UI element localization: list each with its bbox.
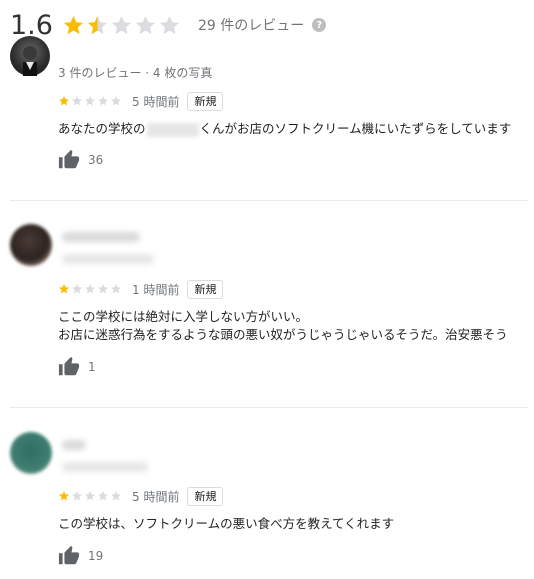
reviewer-avatar[interactable] <box>10 36 50 76</box>
like-button[interactable]: 19 <box>58 545 103 567</box>
review-divider <box>10 407 528 408</box>
star-empty-icon <box>85 284 95 294</box>
star-filled-icon <box>63 15 84 34</box>
star-half-icon <box>87 15 108 34</box>
star-empty-icon <box>111 491 121 501</box>
like-count: 19 <box>88 549 104 563</box>
reviewer-name-redacted <box>62 440 86 450</box>
star-empty-icon <box>72 284 82 294</box>
star-empty-icon <box>72 96 82 106</box>
reviewer-avatar[interactable] <box>10 224 52 266</box>
review-time: 5 時間前 <box>132 489 180 504</box>
star-empty-icon <box>98 491 108 501</box>
star-empty-icon <box>111 15 132 34</box>
review-rating-row: 1 時間前 新規 <box>58 279 224 299</box>
star-empty-icon <box>111 284 121 294</box>
thumbs-up-icon <box>58 149 80 169</box>
like-count: 36 <box>88 153 104 167</box>
redacted-name <box>146 122 199 137</box>
reviewer-stats: 3 件のレビュー · 4 枚の写真 <box>58 66 213 80</box>
help-icon[interactable]: ? <box>312 18 327 32</box>
thumbs-up-icon <box>58 356 80 376</box>
star-empty-icon <box>159 15 180 34</box>
review-star-rating <box>58 283 123 295</box>
like-button[interactable]: 1 <box>58 356 96 378</box>
review-star-rating <box>58 490 123 502</box>
review-text-line: ここの学校には絶対に入学しない方がいい。 <box>58 309 309 324</box>
thumbs-up-icon <box>58 545 80 565</box>
star-filled-icon <box>59 491 69 501</box>
star-empty-icon <box>85 96 95 106</box>
new-badge: 新規 <box>187 486 224 506</box>
review-rating-row: 5 時間前 新規 <box>58 91 224 111</box>
star-filled-icon <box>59 284 69 294</box>
like-count: 1 <box>88 360 96 374</box>
new-badge: 新規 <box>187 279 224 299</box>
reviewer-name-redacted <box>62 232 140 242</box>
star-filled-icon <box>59 96 69 106</box>
like-button[interactable]: 36 <box>58 149 103 171</box>
review-text: この学校は、ソフトクリームの悪い食べ方を教えてくれます <box>58 516 395 531</box>
star-empty-icon <box>111 96 121 106</box>
review-time: 5 時間前 <box>132 94 180 109</box>
review-time: 1 時間前 <box>132 282 180 297</box>
rating-summary: 1.6 29 件のレビュー ? <box>10 7 327 43</box>
person-silhouette-icon <box>23 46 37 76</box>
star-empty-icon <box>85 491 95 501</box>
review-rating-row: 5 時間前 新規 <box>58 486 224 506</box>
new-badge: 新規 <box>187 91 224 111</box>
star-empty-icon <box>98 96 108 106</box>
reviewer-avatar[interactable] <box>10 432 52 474</box>
reviewer-stats-redacted <box>62 462 148 472</box>
star-empty-icon <box>98 284 108 294</box>
review-text: あなたの学校の くんがお店のソフトクリーム機にいたずらをしています <box>58 120 528 138</box>
review-text-before: あなたの学校の <box>58 121 146 136</box>
review-star-rating <box>58 95 123 107</box>
review-text-after: くんがお店のソフトクリーム機にいたずらをしています <box>199 121 512 136</box>
review-text-line: お店に迷惑行為をするような頭の悪い奴がうじゃうじゃいるそうだ。治安悪そう <box>58 327 508 342</box>
review-divider <box>10 200 528 201</box>
review-count-link[interactable]: 29 件のレビュー <box>198 15 304 35</box>
review-text: ここの学校には絶対に入学しない方がいい。 お店に迷惑行為をするような頭の悪い奴が… <box>58 308 528 344</box>
reviewer-stats-redacted <box>62 254 154 264</box>
star-empty-icon <box>135 15 156 34</box>
average-star-rating <box>62 14 182 37</box>
star-empty-icon <box>72 491 82 501</box>
